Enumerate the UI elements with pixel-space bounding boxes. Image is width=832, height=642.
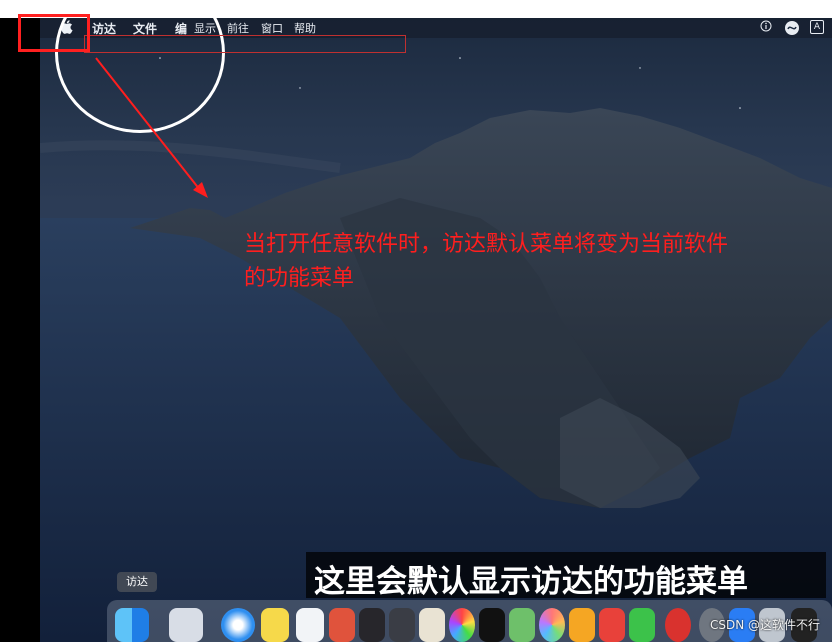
annotation-line-1: 当打开任意软件时，访达默认菜单将变为当前软件 [244,232,729,257]
top-white-strip [0,0,832,18]
capcut-icon[interactable] [479,608,505,642]
caption-text: 这里会默认显示访达的功能菜单 [314,564,748,600]
csdn-watermark: CSDN @这软件不行 [709,618,820,632]
desktop-screen: 访达 文件 编 显示 前往 窗口 帮助 A 当打开任意软件时，访达默认菜单将变为… [40,18,832,642]
calendar-icon[interactable] [296,608,324,642]
launchpad-icon[interactable] [169,608,203,642]
mail-icon[interactable] [329,608,355,642]
maps-icon[interactable] [509,608,535,642]
video-icon[interactable] [359,608,385,642]
annotation-arrow [95,57,208,198]
finder-icon[interactable] [115,608,149,642]
netease-music-icon[interactable] [665,608,691,642]
wechat-icon[interactable] [629,608,655,642]
app-icon[interactable] [569,608,595,642]
photos-icon[interactable] [539,608,565,642]
annotation-line-2: 的功能菜单 [244,266,355,291]
safari-icon[interactable] [221,608,255,642]
notes-icon[interactable] [261,608,289,642]
apple-menu-highlight-box [18,14,90,52]
subtitle-caption: 这里会默认显示访达的功能菜单 [306,552,826,600]
color-icon[interactable] [449,608,475,642]
pages-icon[interactable] [419,608,445,642]
music-icon[interactable] [389,608,415,642]
dock-tooltip: 访达 [117,572,157,592]
wps-icon[interactable] [599,608,625,642]
